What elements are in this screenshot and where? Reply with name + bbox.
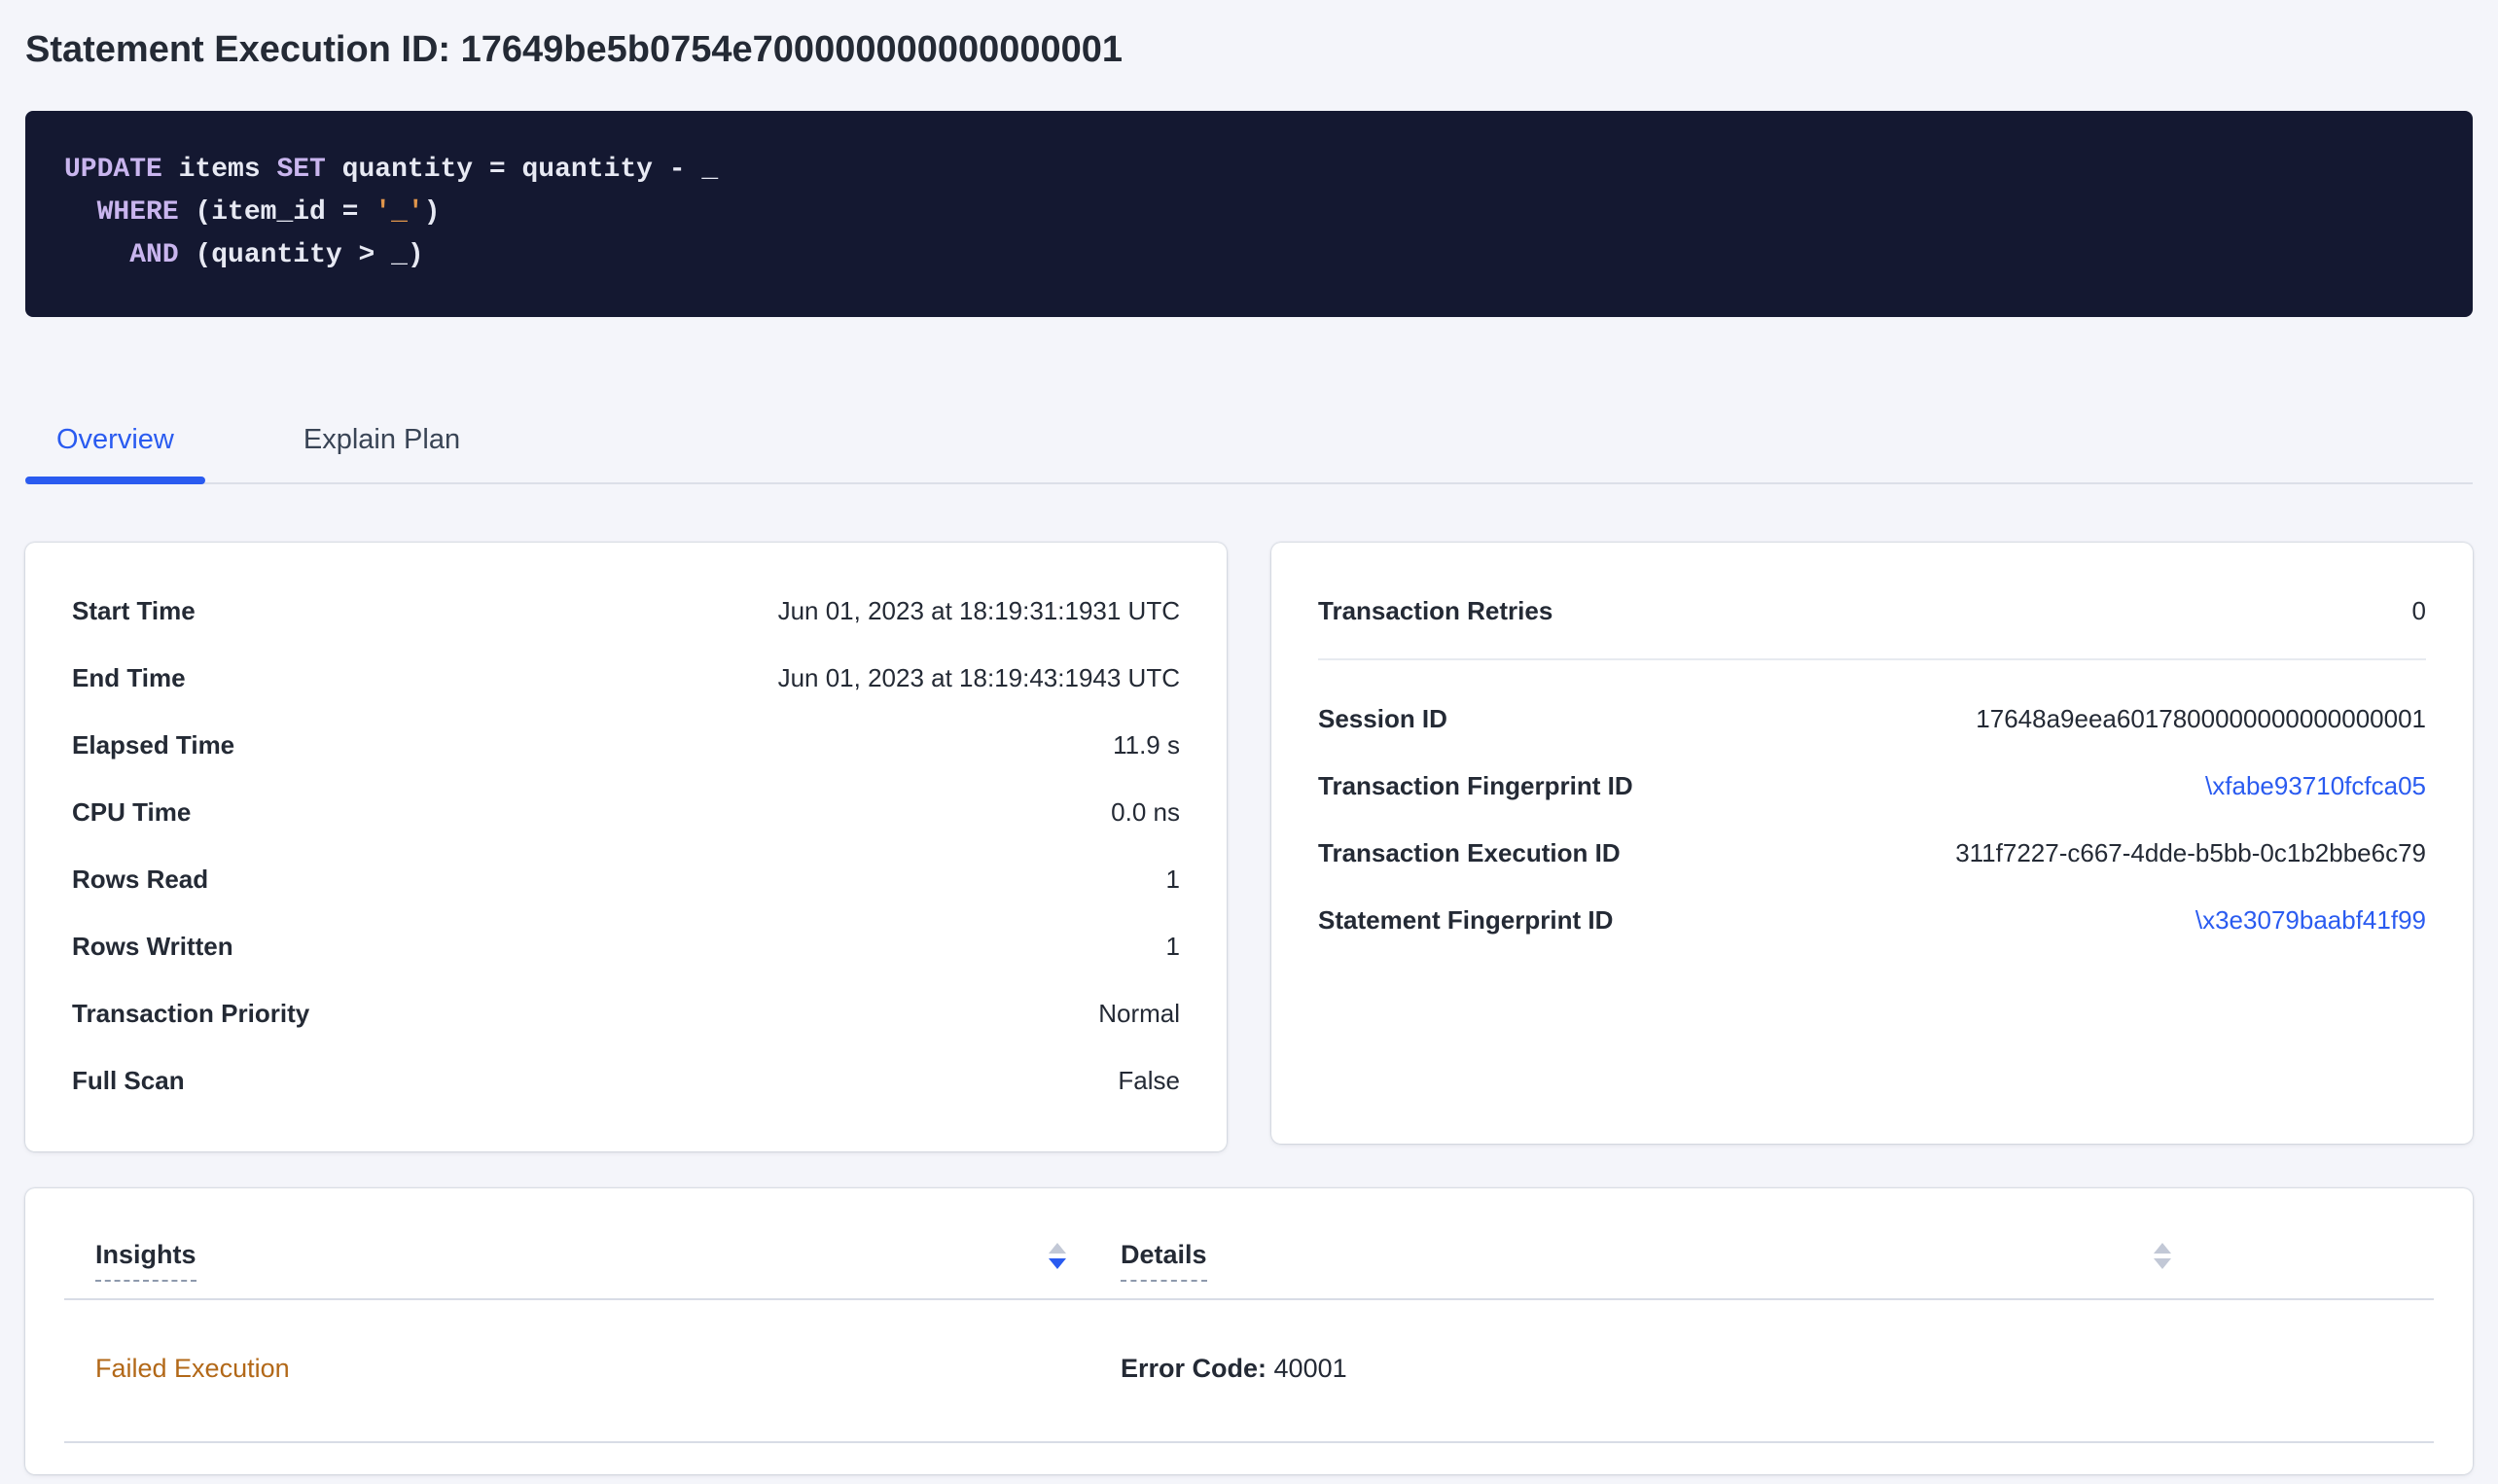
stat-label: Statement Fingerprint ID: [1318, 901, 1613, 939]
card-divider: [1318, 658, 2426, 660]
stat-label: Rows Written: [72, 927, 233, 966]
stat-row-elapsed-time: Elapsed Time 11.9 s: [72, 725, 1180, 764]
sort-icon[interactable]: [2154, 1243, 2171, 1269]
insights-table-row: Failed Execution Error Code: 40001: [64, 1300, 2434, 1443]
stat-value: 1: [1166, 860, 1180, 899]
stat-row-transaction-fingerprint-id: Transaction Fingerprint ID \xfabe93710fc…: [1318, 766, 2426, 805]
transaction-card: Transaction Retries 0 Session ID 17648a9…: [1271, 543, 2473, 1144]
stat-label: Transaction Execution ID: [1318, 833, 1621, 872]
stat-value: Jun 01, 2023 at 18:19:31:1931 UTC: [778, 591, 1180, 630]
stat-value: 17648a9eea6017800000000000000001: [1976, 699, 2426, 738]
insights-table-header: Insights Details: [64, 1188, 2434, 1300]
column-header-insights[interactable]: Insights: [64, 1235, 1121, 1298]
stat-value: False: [1118, 1061, 1180, 1100]
insight-status-text: Failed Execution: [95, 1354, 290, 1383]
sql-keyword: UPDATE: [64, 155, 162, 185]
sql-text: ): [424, 197, 441, 228]
stat-label: Full Scan: [72, 1061, 185, 1100]
stat-row-rows-read: Rows Read 1: [72, 860, 1180, 899]
tab-overview[interactable]: Overview: [25, 406, 205, 482]
stat-row-rows-written: Rows Written 1: [72, 927, 1180, 966]
sql-line: WHERE (item_id = '_'): [64, 192, 2434, 234]
stat-label: Transaction Priority: [72, 994, 309, 1033]
stat-label: Transaction Fingerprint ID: [1318, 766, 1633, 805]
tab-bar: Overview Explain Plan: [25, 406, 2473, 484]
sql-keyword: AND: [129, 240, 178, 270]
stat-row-transaction-priority: Transaction Priority Normal: [72, 994, 1180, 1033]
stat-row-cpu-time: CPU Time 0.0 ns: [72, 793, 1180, 831]
sort-asc-arrow-icon: [1049, 1243, 1066, 1254]
stat-label: Rows Read: [72, 860, 208, 899]
stat-value: 0.0 ns: [1111, 793, 1180, 831]
stat-row-transaction-execution-id: Transaction Execution ID 311f7227-c667-4…: [1318, 833, 2426, 872]
stat-value: Normal: [1098, 994, 1180, 1033]
stat-row-session-id: Session ID 17648a9eea6017800000000000000…: [1318, 699, 2426, 738]
sql-text: (item_id =: [179, 197, 375, 228]
stat-label: Session ID: [1318, 699, 1447, 738]
stat-row-statement-fingerprint-id: Statement Fingerprint ID \x3e3079baabf41…: [1318, 901, 2426, 939]
tab-explain-plan[interactable]: Explain Plan: [272, 406, 491, 482]
stat-label: Elapsed Time: [72, 725, 234, 764]
stat-label: Start Time: [72, 591, 196, 630]
sort-asc-arrow-icon: [2154, 1243, 2171, 1254]
column-label[interactable]: Details: [1121, 1235, 1207, 1282]
stat-value: 311f7227-c667-4dde-b5bb-0c1b2bbe6c79: [1955, 833, 2426, 872]
stat-row-start-time: Start Time Jun 01, 2023 at 18:19:31:1931…: [72, 591, 1180, 630]
stat-value: 1: [1166, 927, 1180, 966]
stat-row-full-scan: Full Scan False: [72, 1061, 1180, 1100]
summary-cards-row: Start Time Jun 01, 2023 at 18:19:31:1931…: [25, 543, 2473, 1151]
sql-text: [64, 240, 129, 270]
sql-text: [64, 197, 97, 228]
sql-text: items: [162, 155, 277, 185]
column-header-details[interactable]: Details: [1121, 1235, 2434, 1298]
details-label: Error Code:: [1121, 1354, 1267, 1383]
column-label[interactable]: Insights: [95, 1235, 196, 1282]
stat-label: CPU Time: [72, 793, 191, 831]
insights-table-card: Insights Details Failed Execution Error …: [25, 1188, 2473, 1474]
sql-line: AND (quantity > _): [64, 234, 2434, 277]
sql-text: quantity = quantity - _: [326, 155, 718, 185]
sql-keyword: SET: [276, 155, 325, 185]
statement-execution-page: Statement Execution ID: 17649be5b0754e70…: [0, 0, 2498, 1474]
details-value: 40001: [1267, 1354, 1347, 1383]
sort-desc-arrow-icon: [2154, 1258, 2171, 1269]
sort-icon[interactable]: [1049, 1243, 1066, 1269]
sort-desc-arrow-icon: [1049, 1258, 1066, 1269]
sql-text: (quantity > _): [179, 240, 424, 270]
details-cell: Error Code: 40001: [1121, 1349, 2434, 1441]
statement-fingerprint-link[interactable]: \x3e3079baabf41f99: [2195, 901, 2426, 939]
stat-row-end-time: End Time Jun 01, 2023 at 18:19:43:1943 U…: [72, 658, 1180, 697]
stat-value: Jun 01, 2023 at 18:19:43:1943 UTC: [778, 658, 1180, 697]
stat-label: Transaction Retries: [1318, 591, 1552, 630]
stat-value: 0: [2412, 591, 2426, 630]
stat-row-transaction-retries: Transaction Retries 0: [1318, 591, 2426, 630]
insight-cell: Failed Execution: [64, 1349, 1121, 1441]
sql-keyword: WHERE: [97, 197, 179, 228]
stat-label: End Time: [72, 658, 186, 697]
overview-card: Start Time Jun 01, 2023 at 18:19:31:1931…: [25, 543, 1227, 1151]
sql-line: UPDATE items SET quantity = quantity - _: [64, 149, 2434, 192]
sql-string-literal: '_': [375, 197, 423, 228]
transaction-fingerprint-link[interactable]: \xfabe93710fcfca05: [2205, 766, 2426, 805]
page-title: Statement Execution ID: 17649be5b0754e70…: [25, 0, 2473, 74]
stat-value: 11.9 s: [1113, 725, 1180, 764]
sql-statement-box: UPDATE items SET quantity = quantity - _…: [25, 111, 2473, 317]
